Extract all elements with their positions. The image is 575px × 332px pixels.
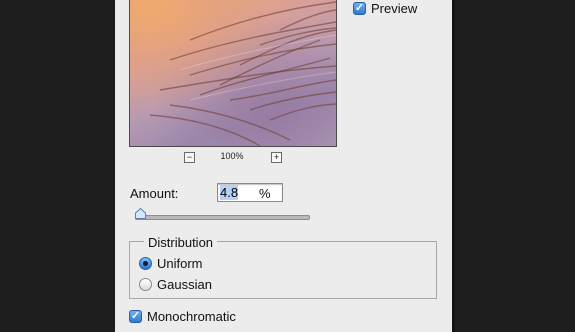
add-noise-dialog: − 100% + ✓ Preview Amount: 4.8 % Distrib… [115,0,452,332]
uniform-label: Uniform [157,256,203,271]
amount-input[interactable]: 4.8 [217,183,283,202]
distribution-title: Distribution [144,235,218,250]
amount-label: Amount: [130,186,179,201]
zoom-level: 100% [220,151,244,161]
check-icon: ✓ [130,310,141,322]
monochromatic-label: Monochromatic [147,309,236,324]
frost-texture [149,1,336,146]
window-edge [452,0,455,332]
monochromatic-checkbox[interactable]: ✓ [129,310,142,323]
gaussian-radio[interactable] [139,278,152,291]
preview-label: Preview [371,1,418,16]
amount-slider-thumb[interactable] [135,208,146,219]
check-icon: ✓ [354,2,365,14]
preview-image[interactable] [129,0,337,147]
gaussian-label: Gaussian [157,277,212,292]
amount-unit: % [259,186,271,201]
zoom-controls: − 100% + [129,151,335,166]
uniform-radio[interactable] [139,257,152,270]
amount-value: 4.8 [220,185,239,200]
preview-checkbox[interactable]: ✓ [353,2,366,15]
amount-slider-track[interactable] [135,215,310,220]
zoom-in-button[interactable]: + [271,152,282,163]
